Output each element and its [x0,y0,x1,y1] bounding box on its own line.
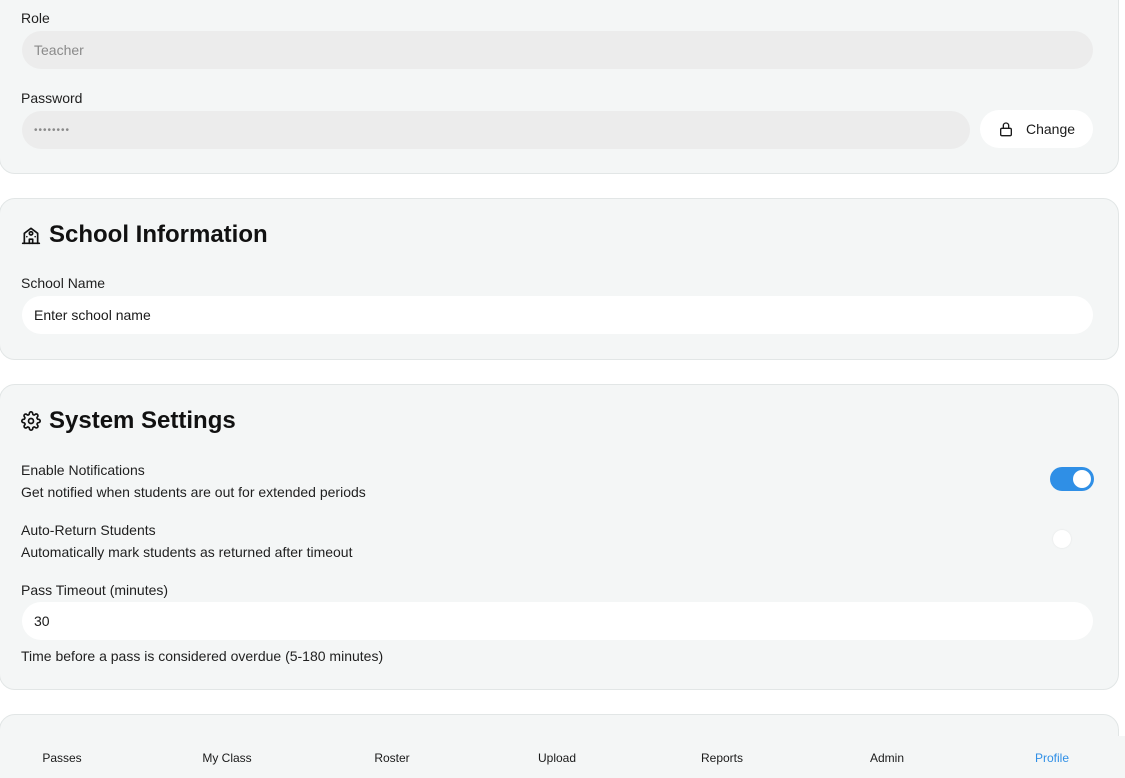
profile-page: Role Teacher Password •••••••• Change Sc… [0,0,1125,778]
pass-timeout-input[interactable]: 30 [22,602,1093,640]
school-name-input[interactable]: Enter school name [22,296,1093,334]
school-section-heading: School Information [21,221,268,249]
nav-item-my-class[interactable]: My Class [202,751,251,765]
change-button-label: Change [1025,121,1076,137]
auto-return-toggle[interactable] [1050,527,1094,551]
role-field: Teacher [22,31,1093,69]
system-section-heading: System Settings [21,407,236,435]
nav-item-passes[interactable]: Passes [42,751,81,765]
system-settings-card: System Settings Enable Notifications Get… [0,384,1119,690]
nav-item-roster[interactable]: Roster [374,751,409,765]
system-section-title: System Settings [49,407,236,434]
school-name-label: School Name [21,275,106,291]
auto-return-title: Auto-Return Students [21,522,156,538]
toggle-knob [1053,530,1071,548]
notifications-toggle[interactable] [1050,467,1094,491]
notifications-title: Enable Notifications [21,462,145,478]
pass-timeout-label: Pass Timeout (minutes) [21,582,169,598]
lock-icon [999,122,1012,137]
password-field: •••••••• [22,111,970,149]
nav-item-reports[interactable]: Reports [701,751,743,765]
nav-item-admin[interactable]: Admin [870,751,904,765]
role-label: Role [21,10,50,26]
change-password-button[interactable]: Change [980,110,1093,148]
gear-icon [21,411,41,431]
password-label: Password [21,90,83,106]
account-card: Role Teacher Password •••••••• [0,0,1119,174]
pass-timeout-help: Time before a pass is considered overdue… [21,648,384,664]
notifications-description: Get notified when students are out for e… [21,484,366,500]
school-section-title: School Information [49,221,268,248]
nav-item-upload[interactable]: Upload [538,751,576,765]
bottom-nav: Passes My Class Roster Upload Reports Ad… [0,736,1125,778]
school-icon [21,227,41,245]
nav-item-profile[interactable]: Profile [1035,751,1069,765]
school-information-card: School Information School Name Enter sch… [0,198,1119,360]
toggle-knob [1073,470,1091,488]
auto-return-description: Automatically mark students as returned … [21,544,353,560]
